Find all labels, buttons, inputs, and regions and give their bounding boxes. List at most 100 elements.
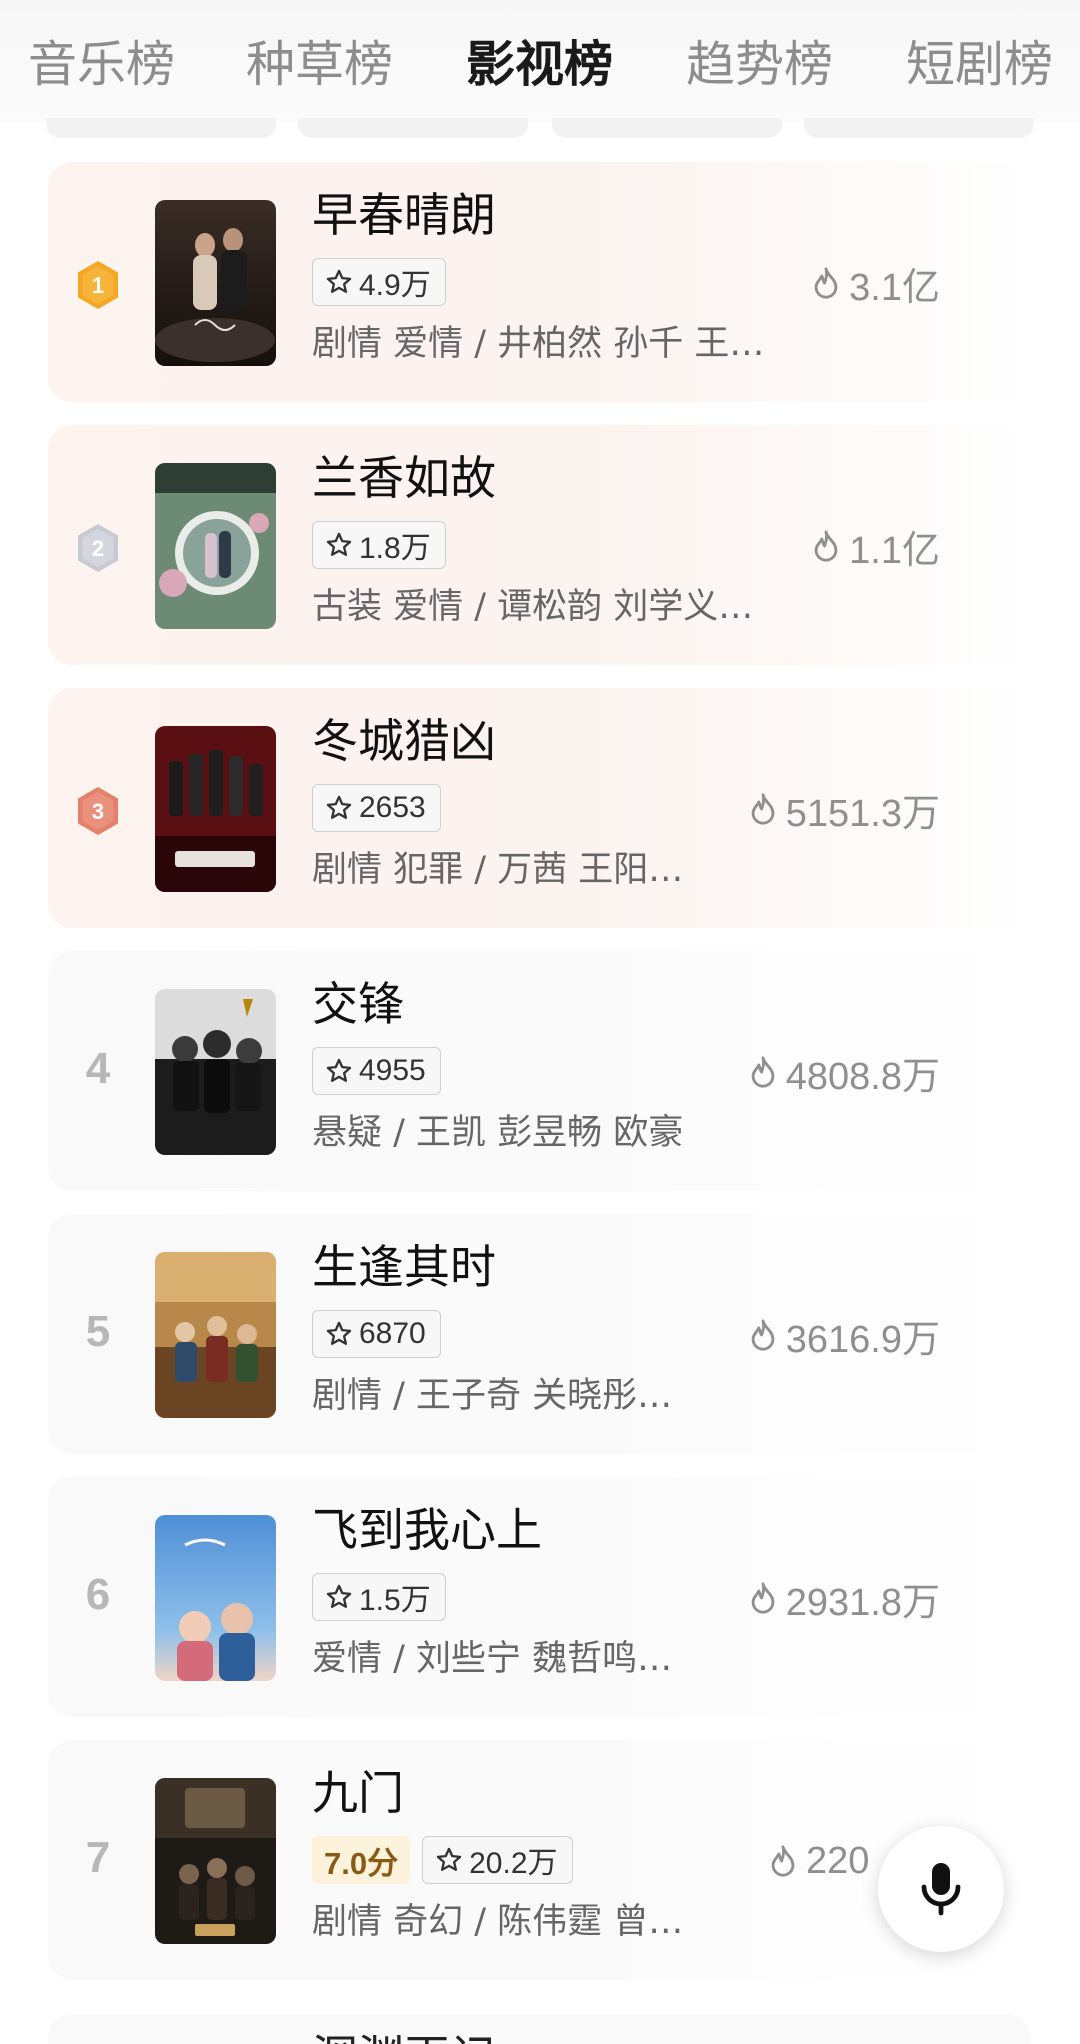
star-outline-icon	[326, 532, 352, 556]
ranking-row[interactable]: 4 交锋 4955 悬疑 / 王凯 彭昱畅 欧豪 4808.8万	[48, 951, 1030, 1191]
ranking-row[interactable]: 5 生逢其时 6870 剧情 / 王子奇 关晓彤… 3616.9万	[48, 1214, 1030, 1454]
rank-number: 7	[85, 1833, 111, 1882]
poster-image[interactable]	[155, 1252, 276, 1418]
title: 九门	[312, 1766, 404, 1820]
star-outline-icon	[326, 1058, 352, 1082]
tab-short-drama-chart[interactable]: 短剧榜	[906, 30, 1053, 100]
heat-number: 3.1亿	[849, 266, 940, 309]
tab-seeding-chart[interactable]: 种草榜	[246, 30, 393, 100]
star-outline-icon	[326, 269, 352, 293]
tag-group: 4955	[312, 1047, 441, 1095]
star-outline-icon	[436, 1847, 462, 1871]
chart-tab-bar: 音乐榜 种草榜 影视榜 趋势榜 短剧榜	[0, 0, 1080, 122]
rating-count-badge: 20.2万	[422, 1836, 573, 1884]
voice-search-button[interactable]	[878, 1826, 1004, 1952]
ranking-row[interactable]: 3 冬城猎凶 2653 剧情 犯罪 / 万茜 王阳… 5151.3万	[48, 688, 1030, 928]
poster-image[interactable]	[155, 463, 276, 629]
genre-cast: 剧情 奇幻 / 陈伟霆 曾…	[312, 1902, 684, 1942]
heat-number: 4808.8万	[785, 1055, 940, 1098]
filter-chip[interactable]	[552, 118, 782, 138]
gold-rank-badge-icon: 1	[78, 261, 118, 309]
star-outline-icon	[326, 1321, 352, 1345]
flame-outline-icon	[751, 793, 775, 825]
rating-count-badge: 1.8万	[312, 521, 446, 569]
rating-count-badge: 4955	[312, 1047, 441, 1095]
heat-value: 1.1亿	[811, 521, 940, 572]
flame-outline-icon	[814, 530, 838, 562]
rank-number: 2	[92, 536, 104, 561]
heat-number: 5151.3万	[785, 792, 940, 835]
heat-number: 3616.9万	[785, 1318, 940, 1361]
star-outline-icon	[326, 795, 352, 819]
rating-count: 6870	[359, 1317, 426, 1350]
ranking-row[interactable]	[48, 2014, 1030, 2044]
rating-count: 4.9万	[359, 269, 431, 302]
rating-count: 2653	[359, 791, 426, 824]
genre-cast: 古装 爱情 / 谭松韵 刘学义…	[312, 587, 754, 627]
flame-outline-icon	[814, 267, 838, 299]
poster-image[interactable]	[155, 1778, 276, 1944]
flame-outline-icon	[751, 1582, 775, 1614]
silver-rank-badge-icon: 2	[78, 524, 118, 572]
tag-group: 7.0分 20.2万	[312, 1836, 573, 1884]
tab-trend-chart[interactable]: 趋势榜	[686, 30, 833, 100]
rating-count: 20.2万	[469, 1847, 558, 1880]
ranking-row[interactable]: 6 飞到我心上 1.5万 爱情 / 刘些宁 魏哲鸣… 2931.8万	[48, 1477, 1030, 1717]
microphone-icon	[921, 1863, 961, 1916]
genre-cast: 剧情 / 王子奇 关晓彤…	[312, 1376, 673, 1416]
ranking-row[interactable]: 1 早春晴朗 4.9万 剧情 爱情 / 井柏然 孙千 王… 3.1亿	[48, 162, 1030, 402]
tag-group: 4.9万	[312, 258, 446, 306]
title: 飞到我心上	[312, 1503, 542, 1557]
heat-value: 220	[768, 1836, 869, 1886]
rating-count-badge: 4.9万	[312, 258, 446, 306]
bronze-rank-badge-icon: 3	[78, 787, 118, 835]
star-outline-icon	[326, 1584, 352, 1608]
rank-number: 1	[92, 273, 104, 298]
rating-count: 1.5万	[359, 1584, 431, 1617]
heat-value: 3.1亿	[811, 258, 940, 309]
rank-number: 5	[85, 1307, 111, 1356]
poster-image[interactable]	[155, 726, 276, 892]
tag-group: 1.5万	[312, 1573, 446, 1621]
flame-outline-icon	[751, 1319, 775, 1351]
genre-cast: 悬疑 / 王凯 彭昱畅 欧豪	[312, 1113, 684, 1153]
heat-number: 220	[806, 1839, 870, 1882]
title: 早春晴朗	[312, 188, 496, 242]
flame-outline-icon	[751, 1056, 775, 1088]
poster-image[interactable]	[155, 989, 276, 1155]
genre-cast: 剧情 犯罪 / 万茜 王阳…	[312, 850, 684, 890]
tag-group: 1.8万	[312, 521, 446, 569]
rating-count: 4955	[359, 1054, 426, 1087]
rank-number: 6	[85, 1570, 111, 1619]
title: 深渊再记	[312, 2026, 496, 2044]
heat-value: 2931.8万	[748, 1573, 940, 1624]
rating-count: 1.8万	[359, 532, 431, 565]
tab-film-tv-chart[interactable]: 影视榜	[466, 30, 613, 100]
filter-chip[interactable]	[804, 118, 1034, 138]
poster-image[interactable]	[155, 200, 276, 366]
heat-value: 4808.8万	[748, 1047, 940, 1098]
genre-cast: 爱情 / 刘些宁 魏哲鸣…	[312, 1639, 673, 1679]
heat-number: 1.1亿	[849, 529, 940, 572]
ranking-row[interactable]: 2 兰香如故 1.8万 古装 爱情 / 谭松韵 刘学义… 1.1亿	[48, 425, 1030, 665]
rating-count-badge: 1.5万	[312, 1573, 446, 1621]
tag-group: 6870	[312, 1310, 441, 1358]
heat-value: 3616.9万	[748, 1310, 940, 1361]
heat-value: 5151.3万	[748, 784, 940, 835]
title: 兰香如故	[312, 451, 496, 505]
filter-chip[interactable]	[298, 118, 528, 138]
poster-image[interactable]	[155, 1515, 276, 1681]
heat-number: 2931.8万	[785, 1581, 940, 1624]
flame-outline-icon	[771, 1845, 795, 1877]
title: 生逢其时	[312, 1240, 496, 1294]
tag-group: 2653	[312, 784, 441, 832]
score-badge: 7.0分	[312, 1836, 411, 1884]
rank-number: 4	[85, 1044, 111, 1093]
filter-chip[interactable]	[46, 118, 276, 138]
title: 冬城猎凶	[312, 714, 496, 768]
rating-count-badge: 6870	[312, 1310, 441, 1358]
ranking-row[interactable]: 7 九门 7.0分 20.2万 剧情 奇幻 / 陈伟霆 曾… 220	[48, 1740, 1030, 1980]
rating-count-badge: 2653	[312, 784, 441, 832]
tab-music-chart[interactable]: 音乐榜	[28, 30, 175, 100]
genre-cast: 剧情 爱情 / 井柏然 孙千 王…	[312, 324, 765, 364]
